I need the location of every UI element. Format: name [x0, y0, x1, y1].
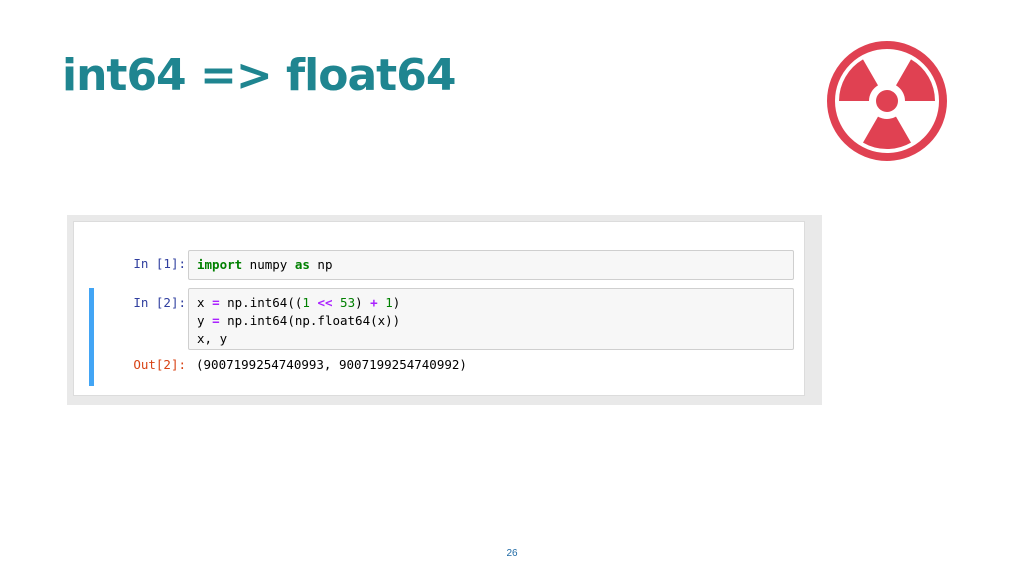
- code-token: as: [294, 257, 310, 272]
- page-number: 26: [506, 548, 518, 559]
- notebook-cell-2[interactable]: In [2]: x = np.int64((1 << 53) + 1) y = n…: [74, 284, 804, 386]
- code-line: import numpy as np: [197, 256, 332, 274]
- code-token: np.int64((: [219, 295, 303, 310]
- jupyter-notebook: In [1]: import numpy as np In [2]: x = n…: [73, 221, 805, 396]
- code-token: =: [212, 295, 220, 310]
- code-token: =: [212, 313, 220, 328]
- code-line: x = np.int64((1 << 53) + 1): [197, 294, 400, 312]
- notebook-cell-1[interactable]: In [1]: import numpy as np: [74, 244, 804, 284]
- code-token: ): [355, 295, 371, 310]
- notebook-screenshot: In [1]: import numpy as np In [2]: x = n…: [67, 215, 822, 405]
- input-prompt: In [2]:: [133, 295, 186, 310]
- cell-output: (9007199254740993, 9007199254740992): [196, 357, 467, 372]
- radiation-icon: [827, 41, 947, 161]
- code-token: np.int64(np.float64(x)): [219, 313, 401, 328]
- code-token: x, y: [197, 331, 228, 346]
- code-line: y = np.int64(np.float64(x)): [197, 312, 400, 330]
- code-token: import: [197, 257, 243, 272]
- code-token: 53: [340, 295, 356, 310]
- code-line: x, y: [197, 330, 400, 348]
- code-token: x: [197, 295, 213, 310]
- code-block: x = np.int64((1 << 53) + 1) y = np.int64(…: [197, 294, 400, 348]
- code-token: +: [370, 295, 378, 310]
- code-token: y: [197, 313, 213, 328]
- output-prompt: Out[2]:: [133, 357, 186, 372]
- code-token: <<: [317, 295, 333, 310]
- code-input[interactable]: x = np.int64((1 << 53) + 1) y = np.int64(…: [188, 288, 794, 350]
- input-prompt: In [1]:: [133, 256, 186, 271]
- code-token: 1: [302, 295, 310, 310]
- slide-title: int64 => float64: [62, 50, 456, 101]
- code-token: 1: [385, 295, 393, 310]
- code-token: numpy: [242, 257, 295, 272]
- code-token: np: [309, 257, 333, 272]
- code-token: ): [392, 295, 401, 310]
- code-input[interactable]: import numpy as np: [188, 250, 794, 280]
